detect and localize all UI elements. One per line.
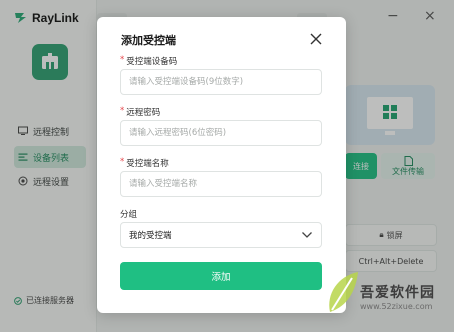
device-name-input[interactable]	[120, 171, 322, 197]
device-code-input[interactable]	[120, 69, 322, 95]
watermark-leaf-logo	[329, 272, 358, 312]
close-icon	[310, 33, 322, 45]
add-button[interactable]: 添加	[120, 262, 322, 290]
add-controlled-device-dialog: 添加受控端 * 受控端设备码 * 远程密码 * 受控端名称 分组 我的受控端 添…	[97, 17, 346, 313]
remote-password-label: * 远程密码	[120, 106, 160, 118]
required-mark: *	[120, 106, 125, 116]
group-label: 分组	[120, 210, 138, 220]
dialog-title: 添加受控端	[121, 34, 176, 47]
device-name-label-text: 受控端名称	[126, 159, 169, 169]
watermark: 吾爱软件园 www.52zixue.com	[360, 282, 435, 311]
close-dialog-button[interactable]	[307, 30, 325, 48]
watermark-url: www.52zixue.com	[360, 302, 433, 311]
chevron-down-icon	[302, 232, 312, 238]
device-code-label: * 受控端设备码	[120, 55, 177, 67]
device-name-label: * 受控端名称	[120, 157, 169, 169]
remote-password-input[interactable]	[120, 120, 322, 146]
group-select-value: 我的受控端	[129, 231, 172, 241]
device-code-label-text: 受控端设备码	[126, 57, 178, 67]
required-mark: *	[120, 157, 125, 167]
group-select[interactable]: 我的受控端	[120, 222, 322, 248]
required-mark: *	[120, 55, 125, 65]
remote-password-label-text: 远程密码	[126, 108, 161, 118]
watermark-title: 吾爱软件园	[360, 285, 435, 301]
